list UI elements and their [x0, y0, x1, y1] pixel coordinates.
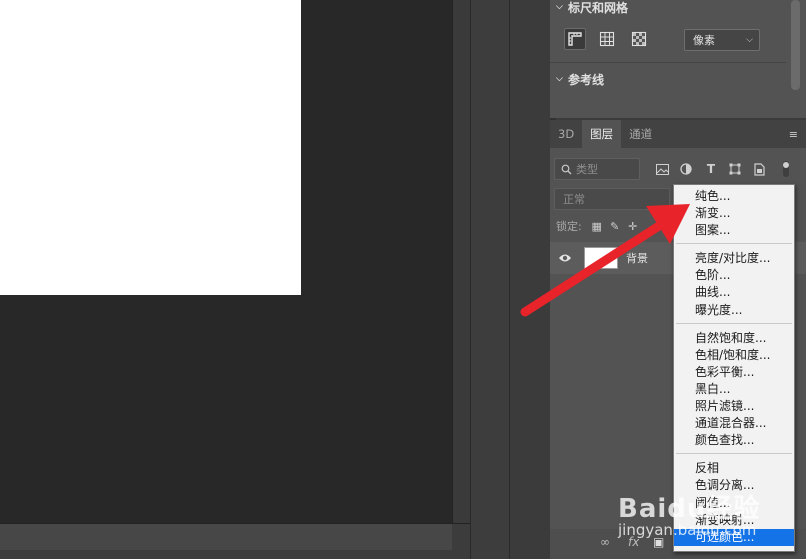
menu-item-solid-color[interactable]: 纯色...	[674, 188, 794, 205]
shape-filter-icon[interactable]	[727, 161, 743, 177]
chevron-down-icon: ⌵	[556, 2, 563, 12]
menu-item-invert[interactable]: 反相	[674, 460, 794, 477]
lock-row: 锁定: ▦ ✎ ✛	[556, 216, 642, 236]
tab-3d[interactable]: 3D	[550, 120, 582, 148]
kind-placeholder: 类型	[576, 163, 598, 176]
layer-name[interactable]: 背景	[626, 250, 648, 266]
menu-item-levels[interactable]: 色阶...	[674, 267, 794, 284]
guides-title: 参考线	[568, 72, 605, 87]
properties-scroll-thumb[interactable]	[791, 0, 800, 90]
section-divider	[550, 62, 786, 63]
guides-section[interactable]: ⌵ 参考线	[550, 64, 786, 94]
type-filter-icon[interactable]: T	[703, 161, 719, 177]
grid-icon	[599, 31, 615, 47]
menu-separator	[676, 453, 792, 455]
search-icon	[561, 164, 572, 174]
blend-mode-select[interactable]: 正常	[554, 188, 670, 210]
grid-toggle-button[interactable]	[596, 28, 618, 50]
transform-shape-icon	[729, 163, 741, 175]
menu-item-black-white[interactable]: 黑白...	[674, 381, 794, 398]
menu-item-brightness-contrast[interactable]: 亮度/对比度...	[674, 250, 794, 267]
smart-object-filter-icon[interactable]	[751, 161, 767, 177]
menu-item-color-lookup[interactable]: 颜色查找...	[674, 432, 794, 449]
lock-label: 锁定:	[556, 220, 582, 233]
toggle-switch-icon	[783, 161, 789, 177]
menu-item-photo-filter[interactable]: 照片滤镜...	[674, 398, 794, 415]
eye-icon[interactable]	[558, 252, 572, 264]
half-circle-icon	[680, 163, 692, 175]
rulers-grid-title: 标尺和网格	[568, 0, 629, 15]
units-select[interactable]: 像素 ⌵	[684, 29, 760, 51]
canvas-horizontal-scrollbar[interactable]	[0, 523, 470, 559]
layers-tabs: 3D 图层 通道	[550, 120, 806, 148]
lock-transparent-pixels-icon[interactable]: ▦	[588, 220, 606, 233]
menu-item-hue-saturation[interactable]: 色相/饱和度...	[674, 347, 794, 364]
chevron-down-icon: ⌵	[746, 35, 753, 45]
canvas-vertical-scrollbar[interactable]	[452, 0, 470, 523]
panel-menu-icon[interactable]: ≡	[789, 128, 798, 141]
layer-filter-row: 类型 T	[550, 156, 806, 182]
lock-image-pixels-icon[interactable]: ✎	[606, 220, 624, 233]
baidu-watermark: Baidu经验 jingyan.baidu.com	[614, 488, 764, 548]
menu-item-color-balance[interactable]: 色彩平衡...	[674, 364, 794, 381]
kind-filter-select[interactable]: 类型	[554, 158, 640, 180]
menu-item-exposure[interactable]: 曝光度...	[674, 302, 794, 319]
chevron-down-icon: ⌵	[556, 74, 563, 84]
link-layers-icon[interactable]: ∞	[600, 535, 610, 549]
watermark-url: jingyan.baidu.com	[618, 521, 757, 539]
canvas-area[interactable]	[0, 0, 470, 559]
ruler-toggle-button[interactable]	[564, 28, 586, 50]
horizontal-scroll-track[interactable]	[0, 524, 452, 550]
menu-item-pattern[interactable]: 图案...	[674, 222, 794, 239]
watermark-logo: Baidu经验	[618, 494, 761, 524]
menu-item-gradient[interactable]: 渐变...	[674, 205, 794, 222]
document-canvas[interactable]	[0, 0, 301, 295]
tab-layers[interactable]: 图层	[582, 120, 622, 148]
adjustment-filter-icon[interactable]	[678, 161, 694, 177]
menu-separator	[676, 243, 792, 245]
properties-scrollbar[interactable]	[786, 0, 806, 118]
lock-position-icon[interactable]: ✛	[624, 220, 642, 233]
filter-toggle-icon[interactable]	[778, 161, 794, 177]
menu-item-channel-mixer[interactable]: 通道混合器...	[674, 415, 794, 432]
smart-object-icon	[753, 162, 765, 176]
tab-channels[interactable]: 通道	[621, 120, 660, 148]
units-value: 像素	[693, 34, 715, 47]
layer-thumbnail[interactable]	[584, 247, 618, 269]
checker-grid-icon	[631, 31, 647, 47]
pixel-grid-toggle-button[interactable]	[628, 28, 650, 50]
blend-mode-value: 正常	[563, 193, 585, 206]
menu-separator	[676, 322, 792, 324]
menu-item-vibrance[interactable]: 自然饱和度...	[674, 330, 794, 347]
rulers-grid-section[interactable]: ⌵ 标尺和网格	[550, 0, 786, 22]
image-filter-icon[interactable]	[654, 161, 670, 177]
ruler-icon	[568, 32, 582, 46]
image-icon	[655, 163, 669, 175]
collapsed-panel-dock	[470, 0, 510, 559]
menu-item-curves[interactable]: 曲线...	[674, 284, 794, 301]
properties-panel: ⌵ 标尺和网格 像素 ⌵ ⌵ 参考线	[550, 0, 786, 118]
